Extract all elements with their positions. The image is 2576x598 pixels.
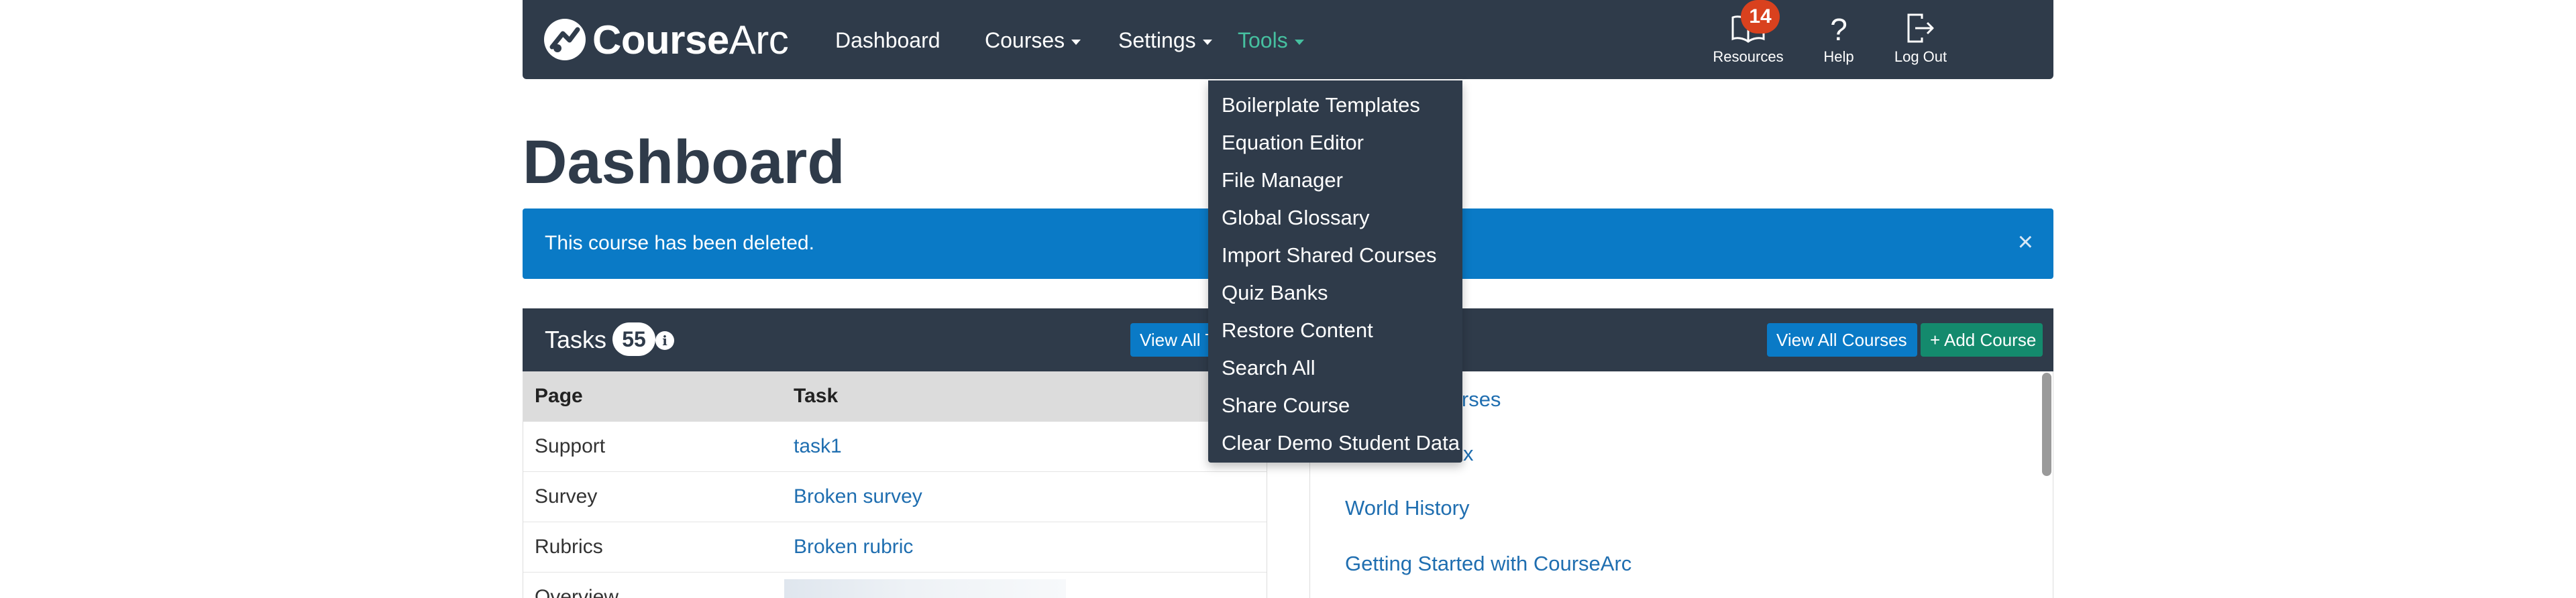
brand-name-course: Course [592, 17, 729, 62]
scrollbar[interactable] [2042, 373, 2051, 476]
chevron-down-icon [1202, 39, 1212, 45]
nav-settings-label: Settings [1118, 28, 1196, 52]
brand[interactable]: CourseArc [543, 16, 789, 63]
column-header-task: Task [794, 385, 839, 407]
table-row: Support task1 [523, 422, 1267, 472]
menu-item-share-course[interactable]: Share Course [1222, 394, 1350, 418]
nav-courses[interactable]: Courses [985, 27, 1081, 54]
table-row: Rubrics Broken rubric [523, 522, 1267, 573]
row-page: Rubrics [535, 536, 603, 558]
logout-label: Log Out [1894, 48, 1947, 65]
resources-label: Resources [1713, 48, 1784, 65]
menu-item-clear-demo-student-data[interactable]: Clear Demo Student Data [1222, 431, 1460, 455]
close-icon[interactable]: × [2018, 227, 2033, 257]
column-header-page: Page [535, 385, 583, 407]
menu-item-quiz-banks[interactable]: Quiz Banks [1222, 281, 1328, 305]
chevron-down-icon [1071, 39, 1081, 45]
svg-text:?: ? [1830, 12, 1847, 44]
view-all-courses-button[interactable]: View All Courses [1767, 323, 1917, 357]
tasks-title: Tasks [545, 326, 607, 353]
notification-badge[interactable]: 14 [1741, 0, 1780, 34]
tools-dropdown-menu: Boilerplate Templates Equation Editor Fi… [1208, 80, 1462, 463]
page-title: Dashboard [523, 128, 845, 196]
question-icon: ? [1830, 12, 1847, 44]
menu-item-file-manager[interactable]: File Manager [1222, 168, 1343, 192]
course-link[interactable]: World History [1345, 496, 1469, 520]
row-task-link[interactable]: task1 [794, 435, 842, 458]
row-page: Support [535, 435, 606, 457]
table-row: Survey Broken survey [523, 472, 1267, 522]
logout-button[interactable]: Log Out [1880, 12, 1961, 66]
help-button[interactable]: ? Help [1799, 12, 1879, 66]
menu-item-search-all[interactable]: Search All [1222, 356, 1316, 380]
tasks-table: Page Task Support task1 Survey Broken su… [523, 371, 1267, 598]
menu-item-boilerplate-templates[interactable]: Boilerplate Templates [1222, 93, 1420, 117]
brand-name: CourseArc [592, 17, 789, 63]
tasks-panel-header: Tasks 55 i View All Tasks [523, 308, 1267, 371]
menu-item-import-shared-courses[interactable]: Import Shared Courses [1222, 243, 1436, 267]
table-header: Page Task [523, 371, 1267, 422]
menu-item-restore-content[interactable]: Restore Content [1222, 318, 1373, 343]
menu-item-equation-editor[interactable]: Equation Editor [1222, 131, 1364, 155]
nav-dashboard[interactable]: Dashboard [835, 27, 941, 54]
row-task-link[interactable]: Broken survey [794, 485, 922, 508]
loading-placeholder [784, 579, 1066, 598]
top-navbar: CourseArc Dashboard Courses Settings Too… [523, 0, 2053, 79]
row-task-link[interactable]: Broken rubric [794, 536, 913, 558]
nav-tools-label: Tools [1238, 28, 1288, 52]
course-link[interactable]: Getting Started with CourseArc [1345, 552, 1631, 576]
row-page: Overview [535, 586, 619, 598]
chevron-down-icon [1294, 39, 1304, 45]
menu-item-global-glossary[interactable]: Global Glossary [1222, 206, 1370, 230]
add-course-button[interactable]: + Add Course [1921, 323, 2043, 357]
help-label: Help [1823, 48, 1854, 65]
table-row: Overview [523, 573, 1267, 598]
row-page: Survey [535, 485, 598, 507]
tasks-count-badge: 55 [612, 322, 655, 356]
brand-name-arc: Arc [729, 17, 789, 62]
nav-tools[interactable]: Tools [1238, 27, 1304, 54]
nav-courses-label: Courses [985, 28, 1065, 52]
course-link[interactable]: x [1463, 442, 1474, 466]
nav-settings[interactable]: Settings [1118, 27, 1212, 54]
alert-message: This course has been deleted. [545, 232, 814, 254]
logout-icon [1907, 13, 1934, 43]
coursearc-logo-icon [544, 19, 586, 60]
info-icon[interactable]: i [655, 331, 674, 350]
